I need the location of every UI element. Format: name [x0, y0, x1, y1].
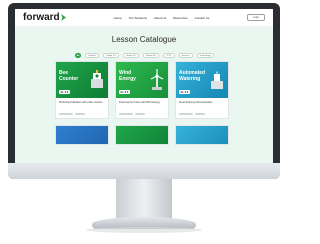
lesson-card-image — [176, 126, 228, 144]
filter-technology[interactable]: Technology — [196, 53, 214, 58]
nav-link-home[interactable]: Home — [114, 16, 122, 20]
chevron-right-icon — [60, 14, 66, 21]
lesson-card[interactable]: Bee Counter Gr. 3-5 Protecting Pollinato… — [55, 61, 109, 119]
filter-grade-9-12[interactable]: 9-12 — [162, 53, 175, 58]
stand-shadow — [86, 227, 202, 233]
nav-link-about[interactable]: About Us — [154, 16, 166, 20]
lesson-card-image — [116, 126, 168, 144]
lesson-card[interactable]: Wind Energy Gr. 3-5 Powering the Future … — [115, 61, 169, 119]
lesson-card-meta — [59, 112, 107, 116]
grade-chip: Gr. 3-5 — [119, 90, 130, 94]
logo-text: forward — [23, 12, 60, 23]
filter-all[interactable]: All — [75, 53, 81, 58]
grade-chip: Gr. 3-5 — [179, 90, 190, 94]
filter-bar: All Grade K Grade 1-2 Grade 3-5 Grade 6-… — [75, 53, 214, 58]
lesson-card[interactable] — [175, 125, 229, 145]
lesson-card-description: Powering the Future with Wind Energy — [119, 101, 160, 104]
monitor-stand-neck — [116, 179, 172, 219]
top-navbar: forward Home Our Solutions About Us Reso… — [15, 9, 273, 27]
lesson-card-image-title: Wind Energy — [119, 70, 136, 82]
lesson-card-image-title: Bee Counter — [59, 70, 79, 82]
filter-grade-k[interactable]: Grade K — [85, 53, 100, 58]
meta-placeholder — [195, 113, 205, 115]
meta-placeholder — [179, 113, 193, 115]
filter-grade-6-8[interactable]: Grade 6-8 — [142, 53, 159, 58]
lesson-card[interactable]: Automated Watering Gr. 3-5 Smart Farming… — [175, 61, 229, 119]
lesson-card[interactable] — [115, 125, 169, 145]
robot-kit-icon — [91, 70, 103, 88]
monitor-chin — [8, 163, 280, 179]
screen: forward Home Our Solutions About Us Reso… — [15, 9, 273, 163]
filter-grade-1-2[interactable]: Grade 1-2 — [103, 53, 120, 58]
page-title: Lesson Catalogue — [111, 35, 177, 44]
nav-link-contact[interactable]: Contact Us — [195, 16, 210, 20]
nav-links: Home Our Solutions About Us Resources Co… — [114, 16, 210, 20]
monitor: forward Home Our Solutions About Us Reso… — [8, 3, 280, 179]
lesson-card-image: Bee Counter Gr. 3-5 — [56, 62, 108, 98]
lesson-card-meta — [179, 112, 227, 116]
lesson-card-description: Smart Farming with Automation — [179, 101, 213, 104]
nav-link-resources[interactable]: Resources — [173, 16, 187, 20]
lesson-card-meta — [119, 112, 167, 116]
watering-kit-icon — [211, 71, 223, 89]
meta-placeholder — [135, 113, 145, 115]
filter-grade-3-5[interactable]: Grade 3-5 — [123, 53, 139, 58]
lesson-card-description: Protecting Pollinators with a Bee Counte… — [59, 101, 103, 104]
filter-science[interactable]: Science — [178, 53, 193, 58]
lesson-card[interactable] — [55, 125, 109, 145]
meta-placeholder — [75, 113, 85, 115]
grade-chip: Gr. 3-5 — [59, 90, 70, 94]
nav-link-solutions[interactable]: Our Solutions — [129, 16, 147, 20]
wind-turbine-icon — [150, 69, 164, 90]
lesson-card-image: Wind Energy Gr. 3-5 — [116, 62, 168, 98]
login-button[interactable]: Login — [247, 14, 265, 21]
meta-placeholder — [119, 113, 133, 115]
lesson-card-image: Automated Watering Gr. 3-5 — [176, 62, 228, 98]
site-logo[interactable]: forward — [23, 12, 66, 23]
meta-placeholder — [59, 113, 73, 115]
lesson-card-grid: Bee Counter Gr. 3-5 Protecting Pollinato… — [55, 61, 229, 145]
catalogue-section: Lesson Catalogue All Grade K Grade 1-2 G… — [15, 27, 273, 163]
lesson-card-image — [56, 126, 108, 144]
lesson-card-image-title: Automated Watering — [179, 70, 206, 82]
